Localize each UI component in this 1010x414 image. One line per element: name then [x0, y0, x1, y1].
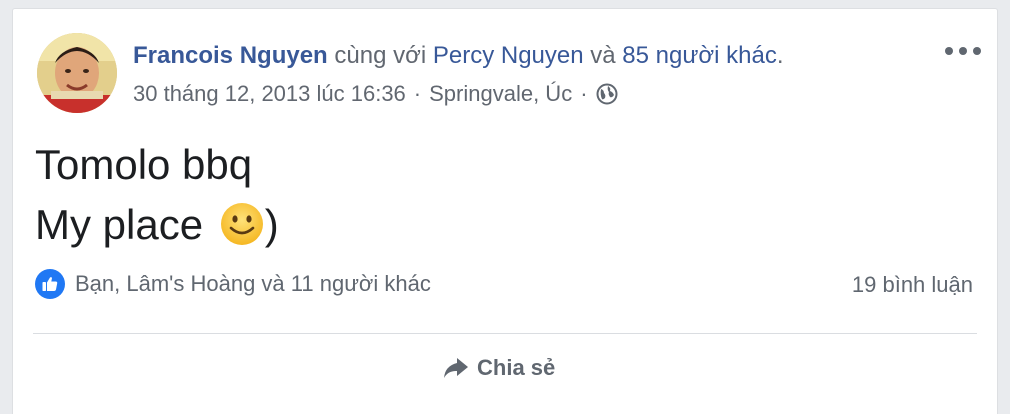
avatar-image — [37, 33, 117, 113]
globe-icon[interactable] — [596, 83, 618, 105]
like-icon — [35, 269, 65, 299]
post-header: Francois Nguyen cùng với Percy Nguyen và… — [133, 40, 784, 72]
and-text: và — [590, 42, 616, 69]
slightly-smiling-face-icon — [219, 201, 265, 247]
post-card: Francois Nguyen cùng với Percy Nguyen và… — [12, 8, 998, 414]
more-dot — [959, 47, 967, 55]
more-dot — [945, 47, 953, 55]
avatar[interactable] — [37, 33, 117, 113]
with-text: cùng với — [334, 42, 427, 69]
share-arrow-icon — [443, 357, 469, 379]
post-timestamp[interactable]: 30 tháng 12, 2013 lúc 16:36 — [133, 79, 406, 109]
reactions-summary[interactable]: Bạn, Lâm's Hoàng và 11 người khác — [35, 269, 431, 299]
reactions-text: Bạn, Lâm's Hoàng và 11 người khác — [75, 271, 431, 296]
others-link[interactable]: 85 người khác — [622, 42, 777, 69]
post-message-line-1: Tomolo bbq — [35, 141, 253, 188]
meta-separator-2: · — [580, 81, 588, 106]
more-dot — [973, 47, 981, 55]
post-message-suffix: ) — [264, 201, 279, 248]
post-message-text: My place — [35, 201, 204, 248]
comment-count-link[interactable]: 19 bình luận — [852, 272, 973, 298]
tagged-person-link[interactable]: Percy Nguyen — [433, 42, 584, 69]
author-link[interactable]: Francois Nguyen — [133, 42, 328, 69]
post-message-line-2: My place ) — [35, 195, 279, 255]
share-button[interactable]: Chia sẻ — [443, 355, 555, 381]
share-label: Chia sẻ — [477, 355, 556, 380]
more-options-button[interactable] — [945, 39, 981, 63]
header-period: . — [776, 42, 784, 69]
action-divider — [33, 333, 977, 334]
meta-separator: · — [413, 81, 422, 106]
post-meta: 30 tháng 12, 2013 lúc 16:36 · Springvale… — [133, 79, 618, 109]
location-link[interactable]: Springvale, Úc — [429, 79, 572, 109]
post-message: Tomolo bbq My place ) — [35, 135, 279, 255]
